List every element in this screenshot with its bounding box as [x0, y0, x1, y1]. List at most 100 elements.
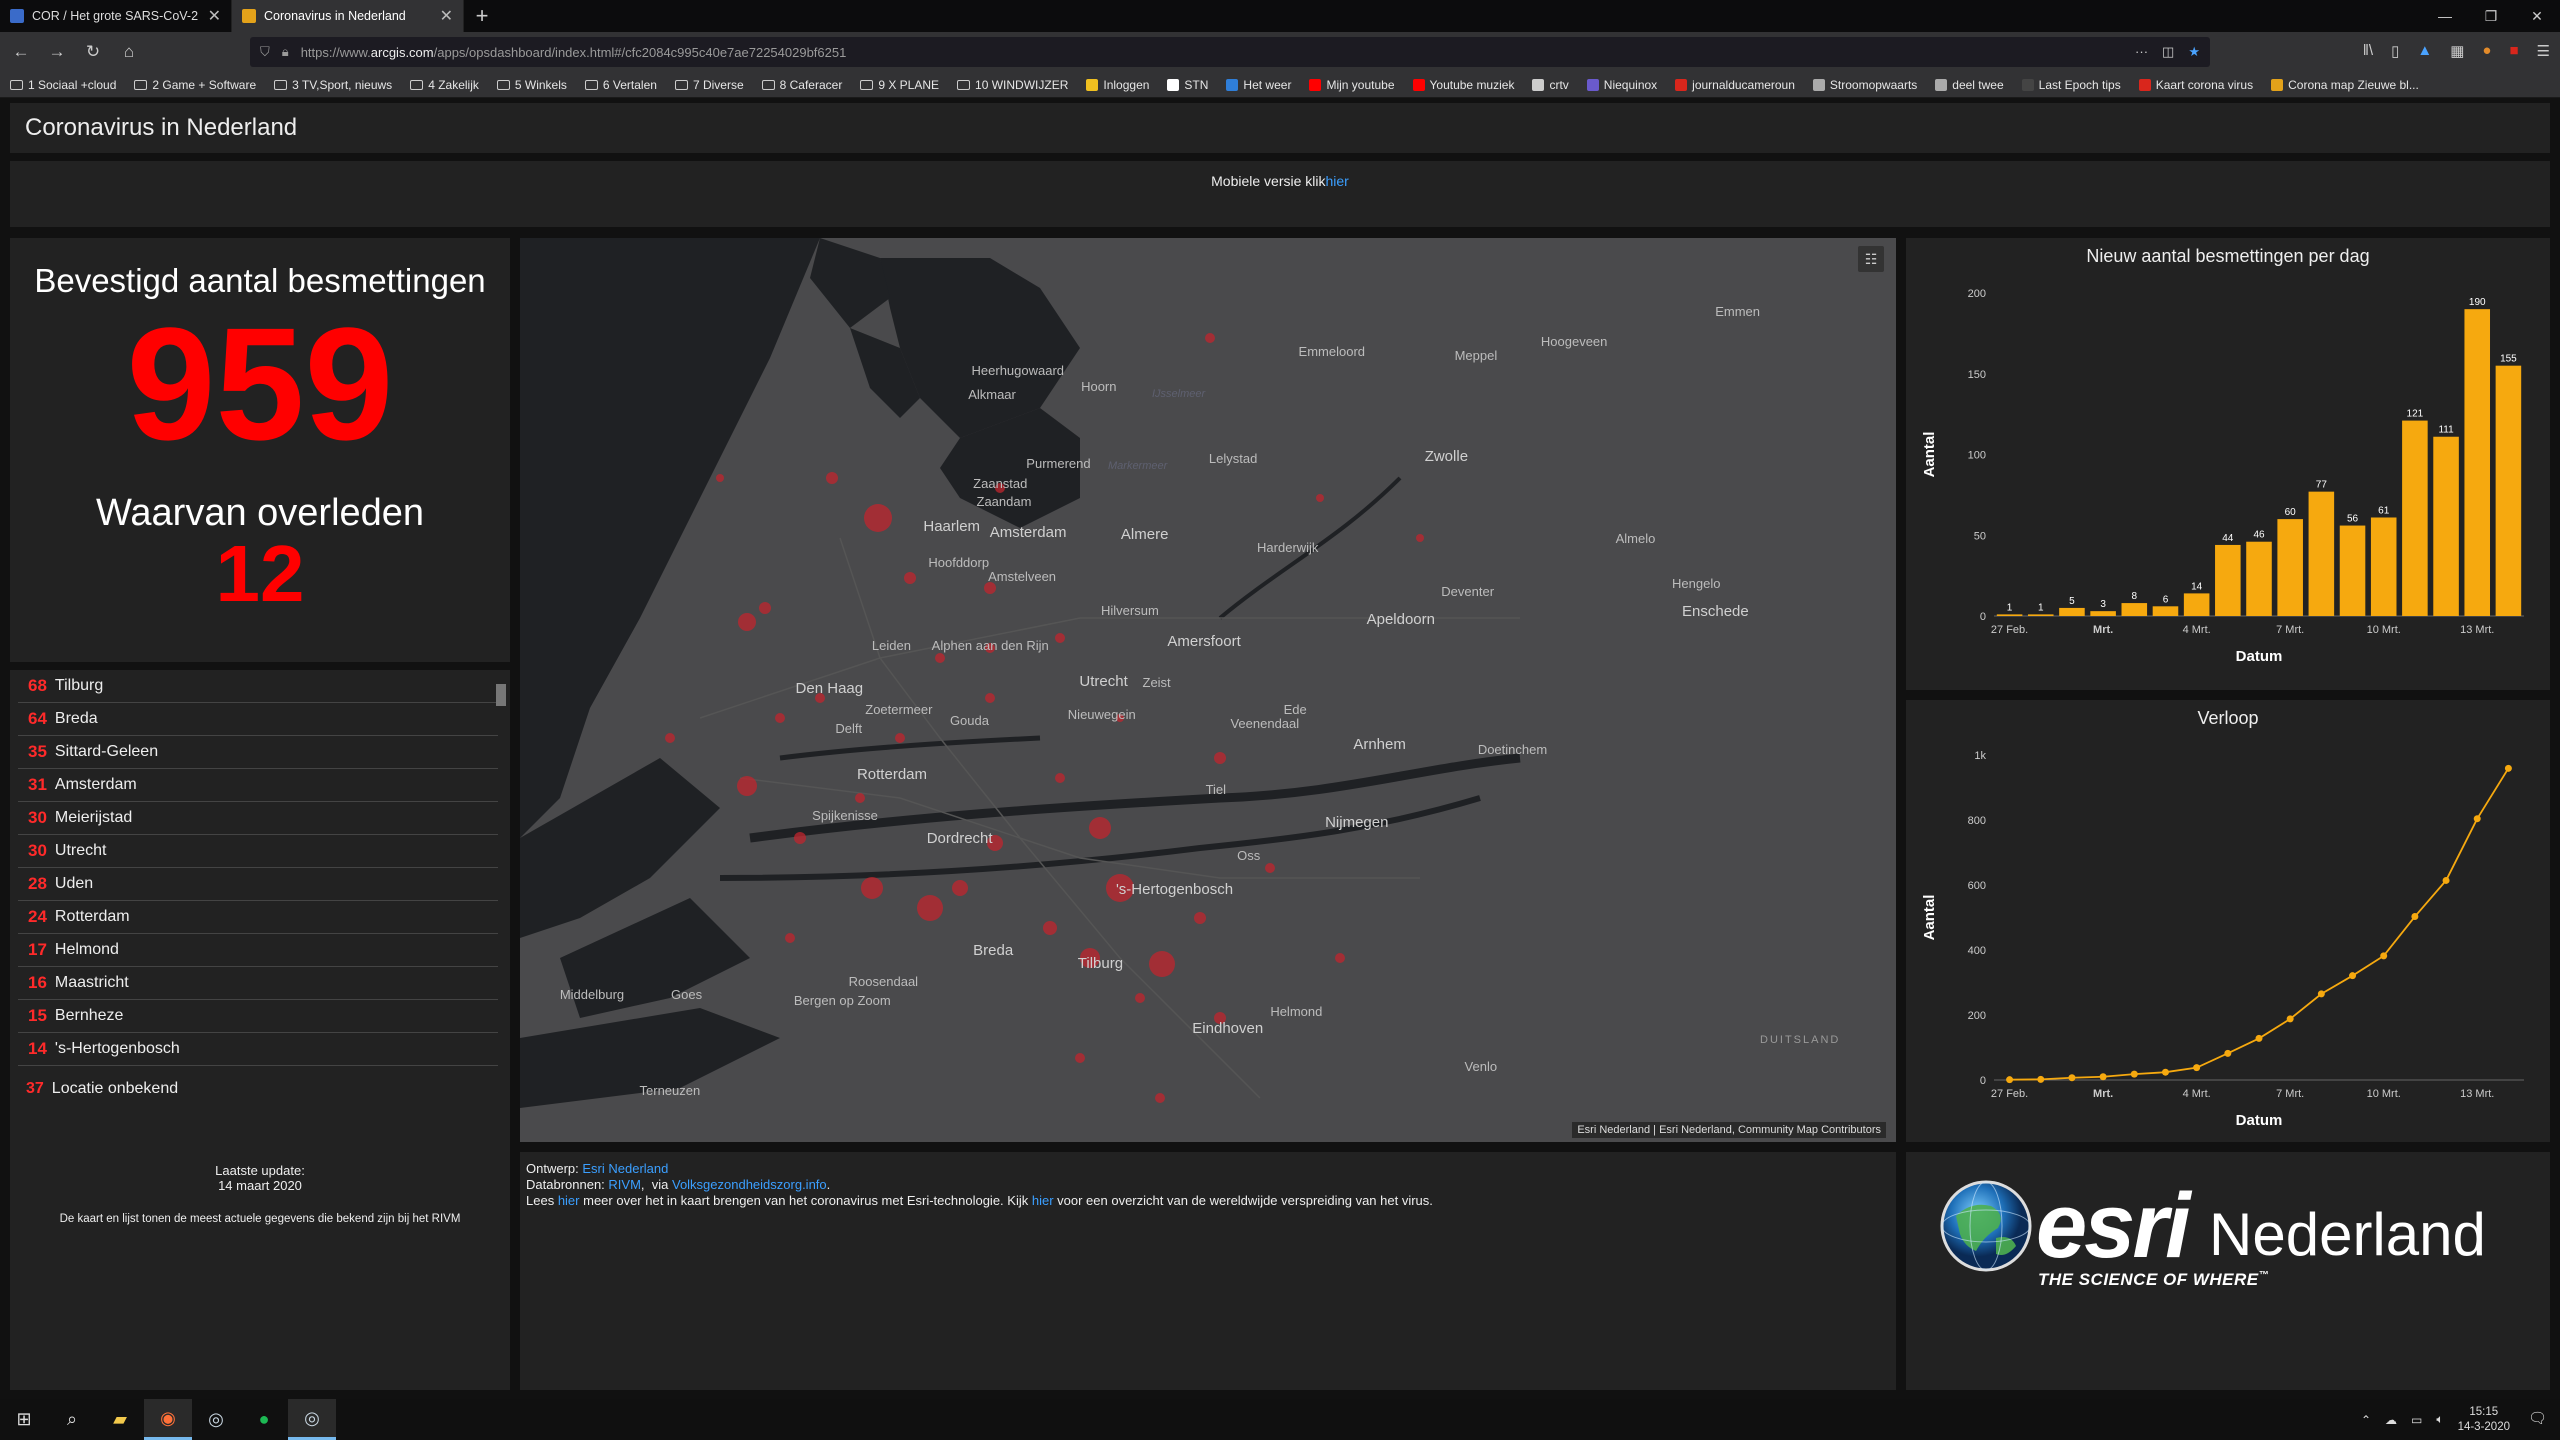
forward-icon[interactable]: →	[46, 41, 68, 63]
windows-start-icon[interactable]: ⊞	[0, 1399, 48, 1440]
close-tab-icon[interactable]: ✕	[440, 6, 453, 26]
steam-icon[interactable]: ◎	[192, 1399, 240, 1440]
data-point[interactable]	[2037, 1075, 2045, 1083]
shield-icon[interactable]: ⛉	[260, 44, 270, 60]
bookmark-item[interactable]: Kaart corona virus	[2138, 78, 2253, 92]
data-point[interactable]	[2224, 1049, 2232, 1057]
addon-icon[interactable]: ■	[2509, 42, 2518, 60]
spotify-icon[interactable]: ●	[240, 1399, 288, 1440]
bookmark-item[interactable]: 1 Sociaal +cloud	[10, 78, 116, 92]
scrollbar[interactable]	[496, 676, 506, 1076]
volume-icon[interactable]: 🔈︎	[2436, 1412, 2443, 1427]
bookmark-item[interactable]: 3 TV,Sport, nieuws	[274, 78, 392, 92]
clock[interactable]: 15:15 14-3-2020	[2458, 1405, 2510, 1435]
minimize-icon[interactable]: —	[2422, 0, 2468, 32]
search-icon[interactable]: ⌕	[48, 1399, 96, 1440]
bookmark-item[interactable]: Het weer	[1226, 78, 1291, 92]
data-point[interactable]	[2068, 1074, 2076, 1082]
bookmark-item[interactable]: Corona map Zieuwe bl...	[2271, 78, 2419, 92]
city-list-item[interactable]: 30 Meierijstad	[18, 802, 498, 835]
network-icon[interactable]: ▭	[2411, 1413, 2422, 1427]
bar[interactable]	[2215, 544, 2241, 616]
bookmark-item[interactable]: journalducameroun	[1675, 78, 1795, 92]
bar[interactable]	[2277, 519, 2303, 616]
esri-link[interactable]: Esri Nederland	[582, 1161, 668, 1176]
grid-icon[interactable]: ▦	[2450, 42, 2464, 60]
scrollbar-thumb[interactable]	[496, 684, 506, 706]
more-icon[interactable]: ···	[2135, 44, 2148, 60]
mobile-version-link[interactable]: hier	[1326, 173, 1349, 227]
data-point[interactable]	[2193, 1064, 2201, 1072]
city-list-item[interactable]: 30 Utrecht	[18, 835, 498, 868]
data-point[interactable]	[2286, 1015, 2294, 1023]
rivm-link[interactable]: RIVM	[608, 1177, 641, 1192]
city-list-item[interactable]: 64 Breda	[18, 703, 498, 736]
pocket-icon[interactable]: ◫	[2162, 44, 2174, 60]
bar[interactable]	[2308, 491, 2335, 616]
firefox-icon[interactable]: ◉	[144, 1399, 192, 1440]
city-list-item[interactable]: 15 Bernheze	[18, 1000, 498, 1033]
url-bar[interactable]: ⛉ 🔒︎ https://www.arcgis.com/apps/opsdash…	[250, 37, 2210, 67]
maximize-icon[interactable]: ❐	[2468, 0, 2514, 32]
profile-icon[interactable]: ●	[2482, 42, 2491, 60]
bar[interactable]	[2059, 607, 2085, 616]
browser-tab-cor[interactable]: COR / Het grote SARS-CoV-2 t ✕	[0, 0, 232, 32]
unknown-location[interactable]: 37 Locatie onbekend	[26, 1080, 178, 1098]
notification-icon[interactable]: 🗨︎	[2528, 1409, 2550, 1429]
data-point[interactable]	[2161, 1068, 2169, 1076]
steam-app-icon[interactable]: ◎	[288, 1399, 336, 1440]
vzinfo-link[interactable]: Volksgezondheidszorg.info	[672, 1177, 827, 1192]
data-point[interactable]	[2006, 1076, 2014, 1084]
back-icon[interactable]: ←	[10, 41, 32, 63]
bookmark-item[interactable]: 6 Vertalen	[584, 78, 657, 92]
bar[interactable]	[2183, 593, 2210, 616]
bookmark-item[interactable]: 7 Diverse	[674, 78, 744, 92]
bookmark-item[interactable]: Inloggen	[1086, 78, 1149, 92]
city-list-item[interactable]: 17 Helmond	[18, 934, 498, 967]
lock-icon[interactable]: 🔒︎	[282, 44, 289, 60]
city-list[interactable]: 68 Tilburg 64 Breda 35 Sittard-Geleen 31 Amster…	[18, 670, 498, 1066]
bookmark-item[interactable]: 10 WINDWIJZER	[957, 78, 1068, 92]
data-point[interactable]	[2349, 972, 2357, 980]
data-point[interactable]	[2442, 876, 2450, 884]
data-point[interactable]	[2504, 764, 2512, 772]
bar[interactable]	[2152, 606, 2179, 616]
close-tab-icon[interactable]: ✕	[208, 6, 221, 26]
city-list-item[interactable]: 14 's-Hertogenbosch	[18, 1033, 498, 1066]
library-icon[interactable]: ‖\	[2363, 42, 2373, 60]
browser-tab-coronavirus[interactable]: Coronavirus in Nederland ✕	[232, 0, 464, 32]
data-point[interactable]	[2255, 1034, 2263, 1042]
city-list-item[interactable]: 28 Uden	[18, 868, 498, 901]
data-point[interactable]	[2380, 952, 2388, 960]
city-list-item[interactable]: 35 Sittard-Geleen	[18, 736, 498, 769]
city-list-item[interactable]: 68 Tilburg	[18, 670, 498, 703]
cloud-icon[interactable]: ☁	[2385, 1413, 2397, 1427]
bookmark-item[interactable]: crtv	[1532, 78, 1569, 92]
bar[interactable]	[2464, 309, 2491, 616]
city-list-item[interactable]: 24 Rotterdam	[18, 901, 498, 934]
bookmark-star-icon[interactable]: ★	[2188, 44, 2200, 60]
bar[interactable]	[2370, 517, 2397, 616]
bar[interactable]	[2246, 541, 2272, 616]
reload-icon[interactable]: ↻	[82, 41, 104, 63]
home-icon[interactable]: ⌂	[118, 41, 140, 63]
bookmark-item[interactable]: Stroomopwaarts	[1812, 78, 1917, 92]
data-point[interactable]	[2317, 990, 2325, 998]
bookmark-item[interactable]: 4 Zakelijk	[410, 78, 479, 92]
data-point[interactable]	[2473, 815, 2481, 823]
data-point[interactable]	[2099, 1073, 2107, 1081]
bookmark-item[interactable]: Last Epoch tips	[2021, 78, 2121, 92]
bookmark-item[interactable]: Mijn youtube	[1309, 78, 1395, 92]
city-list-item[interactable]: 16 Maastricht	[18, 967, 498, 1000]
bar[interactable]	[2121, 603, 2148, 616]
sidebar-icon[interactable]: ▯	[2391, 42, 2399, 60]
bookmark-item[interactable]: Niequinox	[1586, 78, 1657, 92]
bookmark-item[interactable]: 8 Caferacer	[761, 78, 842, 92]
map-legend-icon[interactable]: ☷	[1858, 246, 1884, 272]
bookmark-item[interactable]: deel twee	[1935, 78, 2004, 92]
map-panel[interactable]: Heerhugowaard Alkmaar Hoorn Purmerend Zaanst…	[520, 238, 1896, 1142]
new-tab-button[interactable]: +	[464, 0, 500, 32]
bar[interactable]	[2027, 614, 2054, 616]
data-point[interactable]	[2411, 913, 2419, 921]
bar[interactable]	[2402, 420, 2428, 616]
